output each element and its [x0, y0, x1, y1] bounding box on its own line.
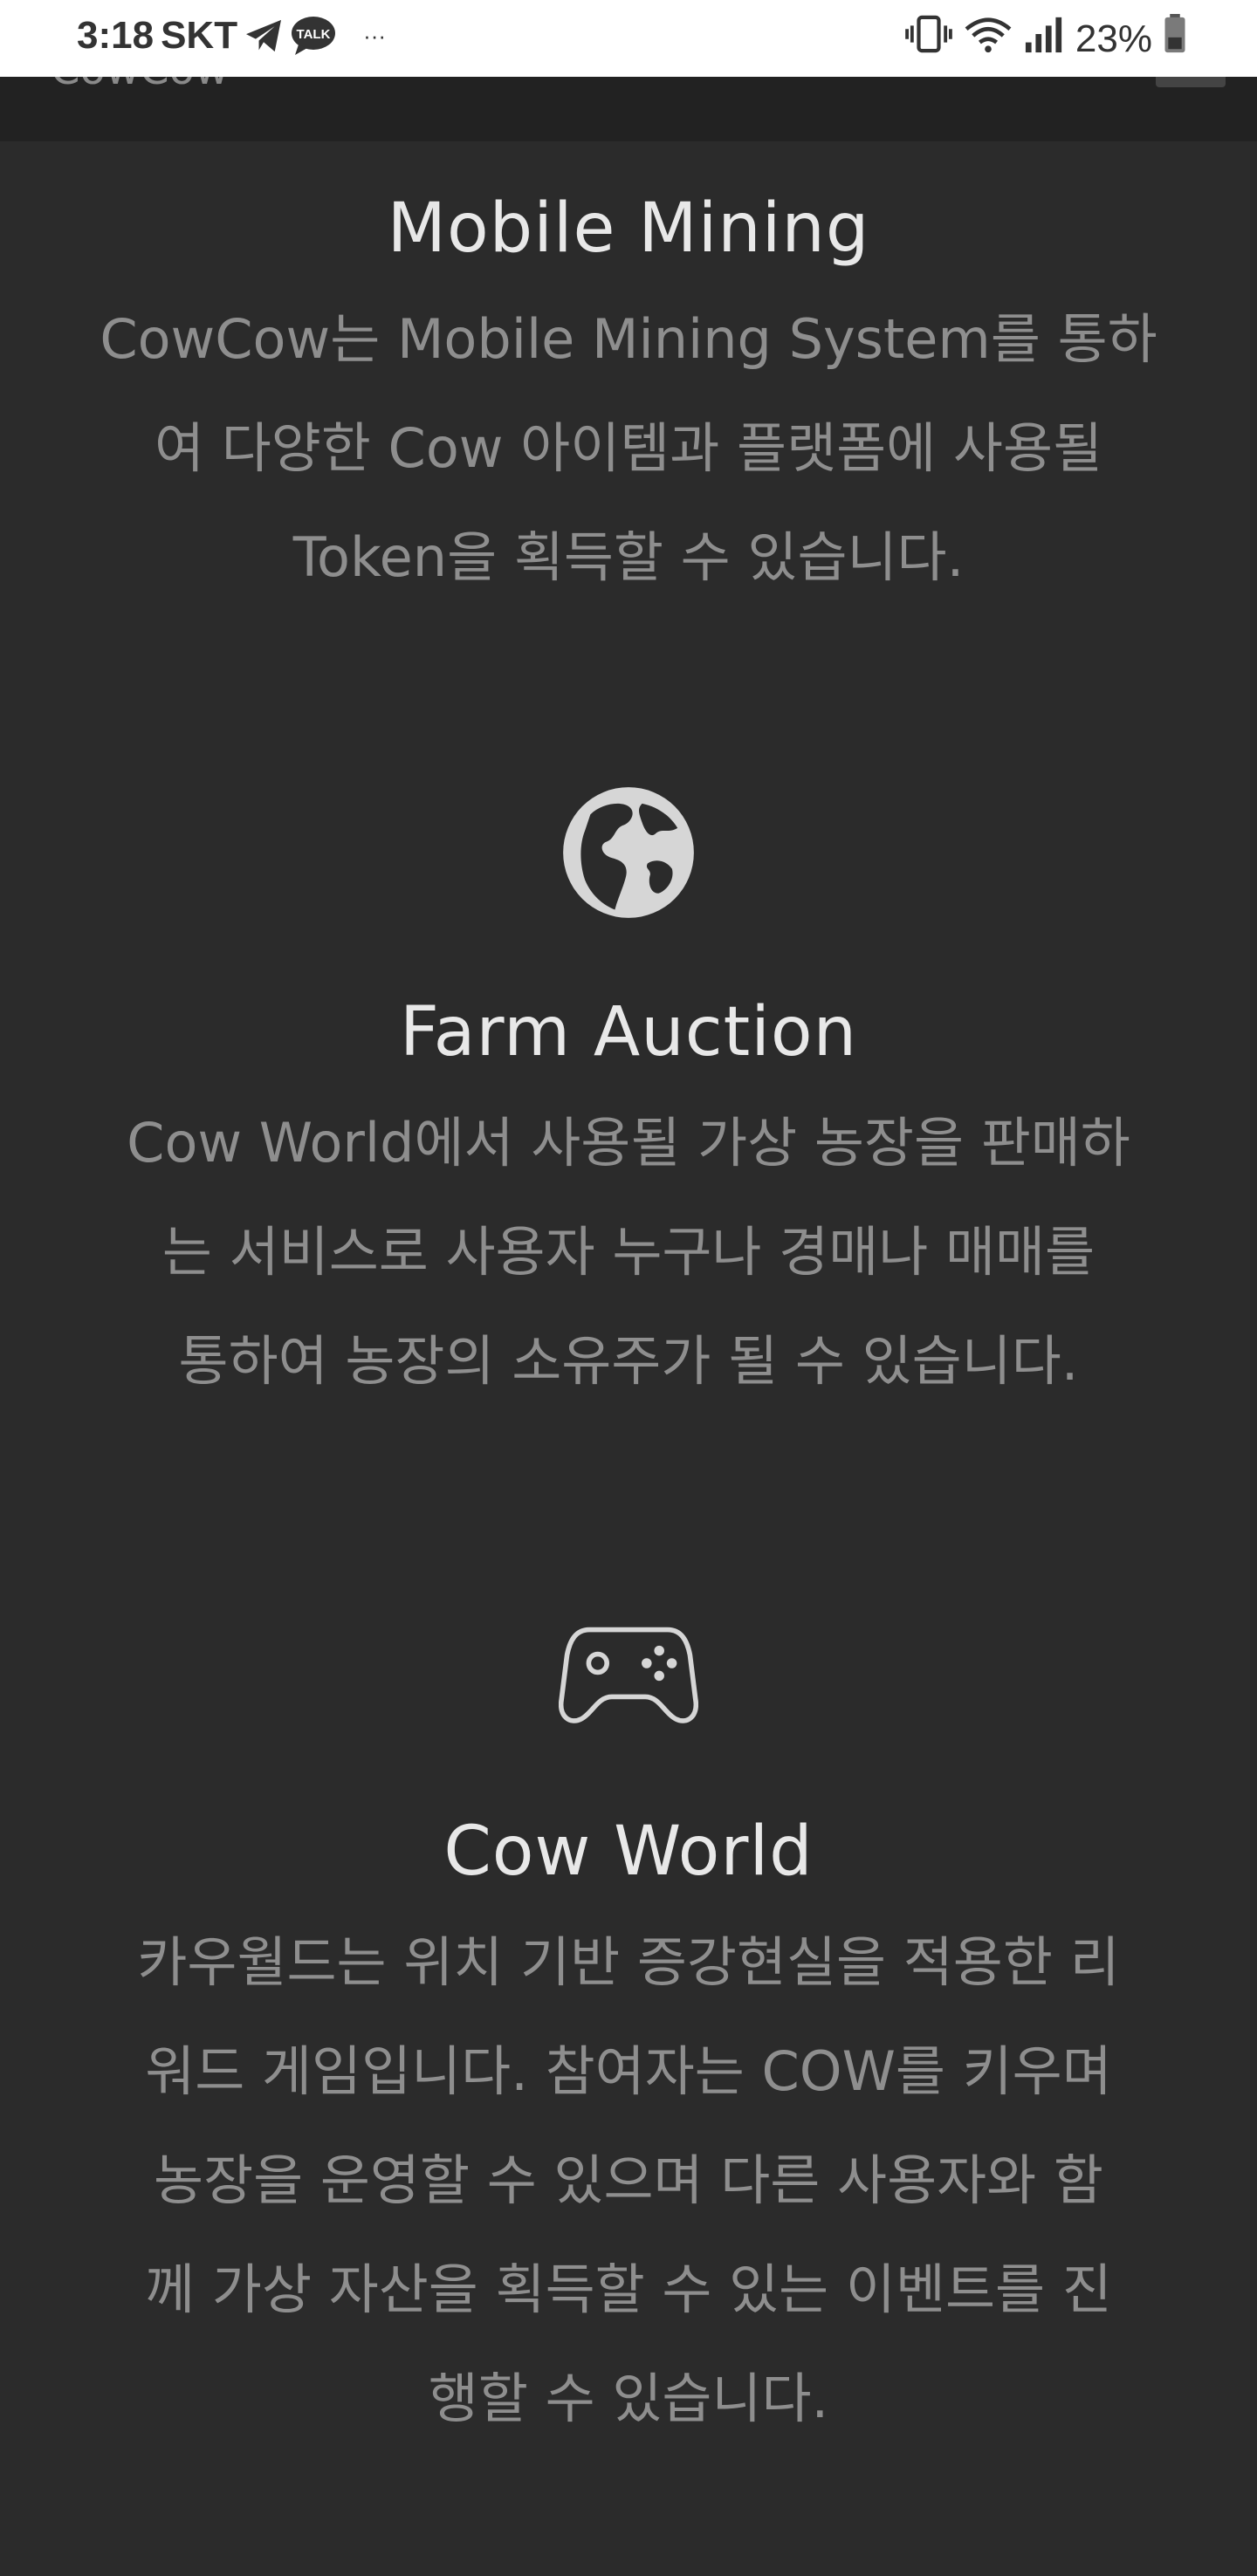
more-notifications-icon: ··· [363, 22, 387, 49]
feature-cow-world: Cow World 카우월드는 위치 기반 증강현실을 적용한 리 워드 게임입… [0, 1604, 1257, 2453]
feature-title: Cow World [443, 1812, 814, 1891]
feature-farm-auction: Farm Auction Cow World에서 사용될 가상 농장을 판매하 … [0, 783, 1257, 1415]
talk-badge-label: TALK [297, 27, 331, 42]
battery-icon [1163, 14, 1187, 64]
kakaotalk-icon: TALK [290, 15, 337, 57]
status-time: 3:18 [77, 14, 155, 57]
status-carrier: SKT [161, 14, 238, 57]
status-right: 23% [904, 14, 1187, 64]
feature-description: 카우월드는 위치 기반 증강현실을 적용한 리 워드 게임입니다. 참여자는 C… [137, 1930, 1120, 2430]
globe-icon [559, 783, 698, 922]
features-section: Mobile Mining CowCow는 Mobile Mining Syst… [0, 141, 1257, 2453]
status-left: 3:18 SKT TALK ··· [77, 14, 386, 58]
menu-toggle-button[interactable] [1156, 77, 1226, 87]
feature-description: CowCow는 Mobile Mining System를 통하 여 다양한 C… [100, 307, 1157, 589]
vibrate-icon [904, 14, 953, 64]
signal-icon [1023, 14, 1065, 64]
feature-description: Cow World에서 사용될 가상 농장을 판매하 는 서비스로 사용자 누구… [127, 1111, 1130, 1393]
status-bar: 3:18 SKT TALK ··· 23% [0, 0, 1257, 77]
feature-title: Farm Auction [399, 993, 858, 1072]
gamepad-icon [559, 1604, 698, 1744]
wifi-icon [964, 14, 1013, 64]
feature-title: Mobile Mining [387, 189, 870, 268]
top-navigation: CowCow [0, 77, 1257, 141]
feature-mobile-mining: Mobile Mining CowCow는 Mobile Mining Syst… [0, 141, 1257, 612]
battery-percent: 23% [1075, 17, 1152, 60]
telegram-icon [244, 18, 283, 53]
brand-logo[interactable]: CowCow [51, 77, 229, 94]
